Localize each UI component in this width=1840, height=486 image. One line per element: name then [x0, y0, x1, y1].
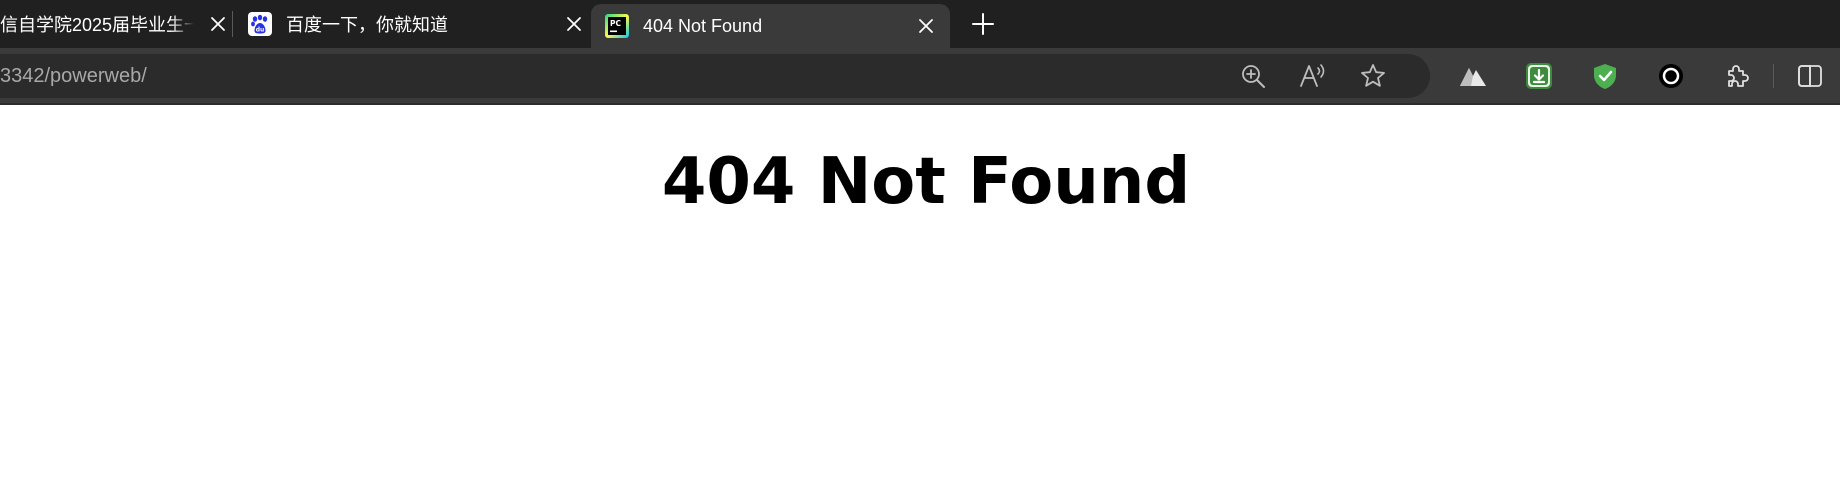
split-screen-icon[interactable] [1794, 60, 1826, 92]
tab-title: 百度一下，你就知道 [286, 15, 448, 35]
mountain-extension-icon[interactable] [1457, 60, 1489, 92]
read-aloud-icon[interactable] [1297, 60, 1329, 92]
url-text[interactable]: 3342/powerweb/ [0, 54, 147, 98]
tab-graduates[interactable]: 信自学院2025届毕业生一 [0, 0, 228, 48]
svg-text:du: du [256, 27, 265, 34]
page-content: 404 Not Found [0, 105, 1840, 486]
browser-toolbar: 3342/powerweb/ [0, 48, 1840, 104]
plus-icon [972, 13, 994, 35]
svg-text:PC: PC [610, 19, 621, 28]
tab-baidu[interactable]: du 百度一下，你就知道 [248, 0, 584, 48]
close-icon[interactable] [208, 14, 228, 34]
extensions-puzzle-icon[interactable] [1721, 60, 1753, 92]
close-icon[interactable] [564, 14, 584, 34]
toolbar-divider [1773, 64, 1774, 88]
circle-extension-icon[interactable] [1655, 60, 1687, 92]
new-tab-button[interactable] [968, 9, 998, 39]
shield-check-extension-icon[interactable] [1589, 60, 1621, 92]
pycharm-icon: PC [605, 14, 629, 38]
tab-separator [232, 11, 233, 37]
favorite-star-icon[interactable] [1357, 60, 1389, 92]
zoom-in-icon[interactable] [1237, 60, 1269, 92]
baidu-paw-icon: du [248, 12, 272, 36]
page-title: 404 Not Found [661, 145, 1191, 219]
address-bar[interactable]: 3342/powerweb/ [0, 54, 1430, 98]
download-extension-icon[interactable] [1523, 60, 1555, 92]
tab-strip: 信自学院2025届毕业生一 du 百度一下，你就知道 PC 404 Not Fo… [0, 0, 1840, 48]
close-icon[interactable] [916, 16, 936, 36]
tab-title: 信自学院2025届毕业生一 [0, 15, 194, 35]
tab-404-active[interactable]: PC 404 Not Found [591, 4, 950, 48]
tab-title: 404 Not Found [643, 15, 763, 36]
